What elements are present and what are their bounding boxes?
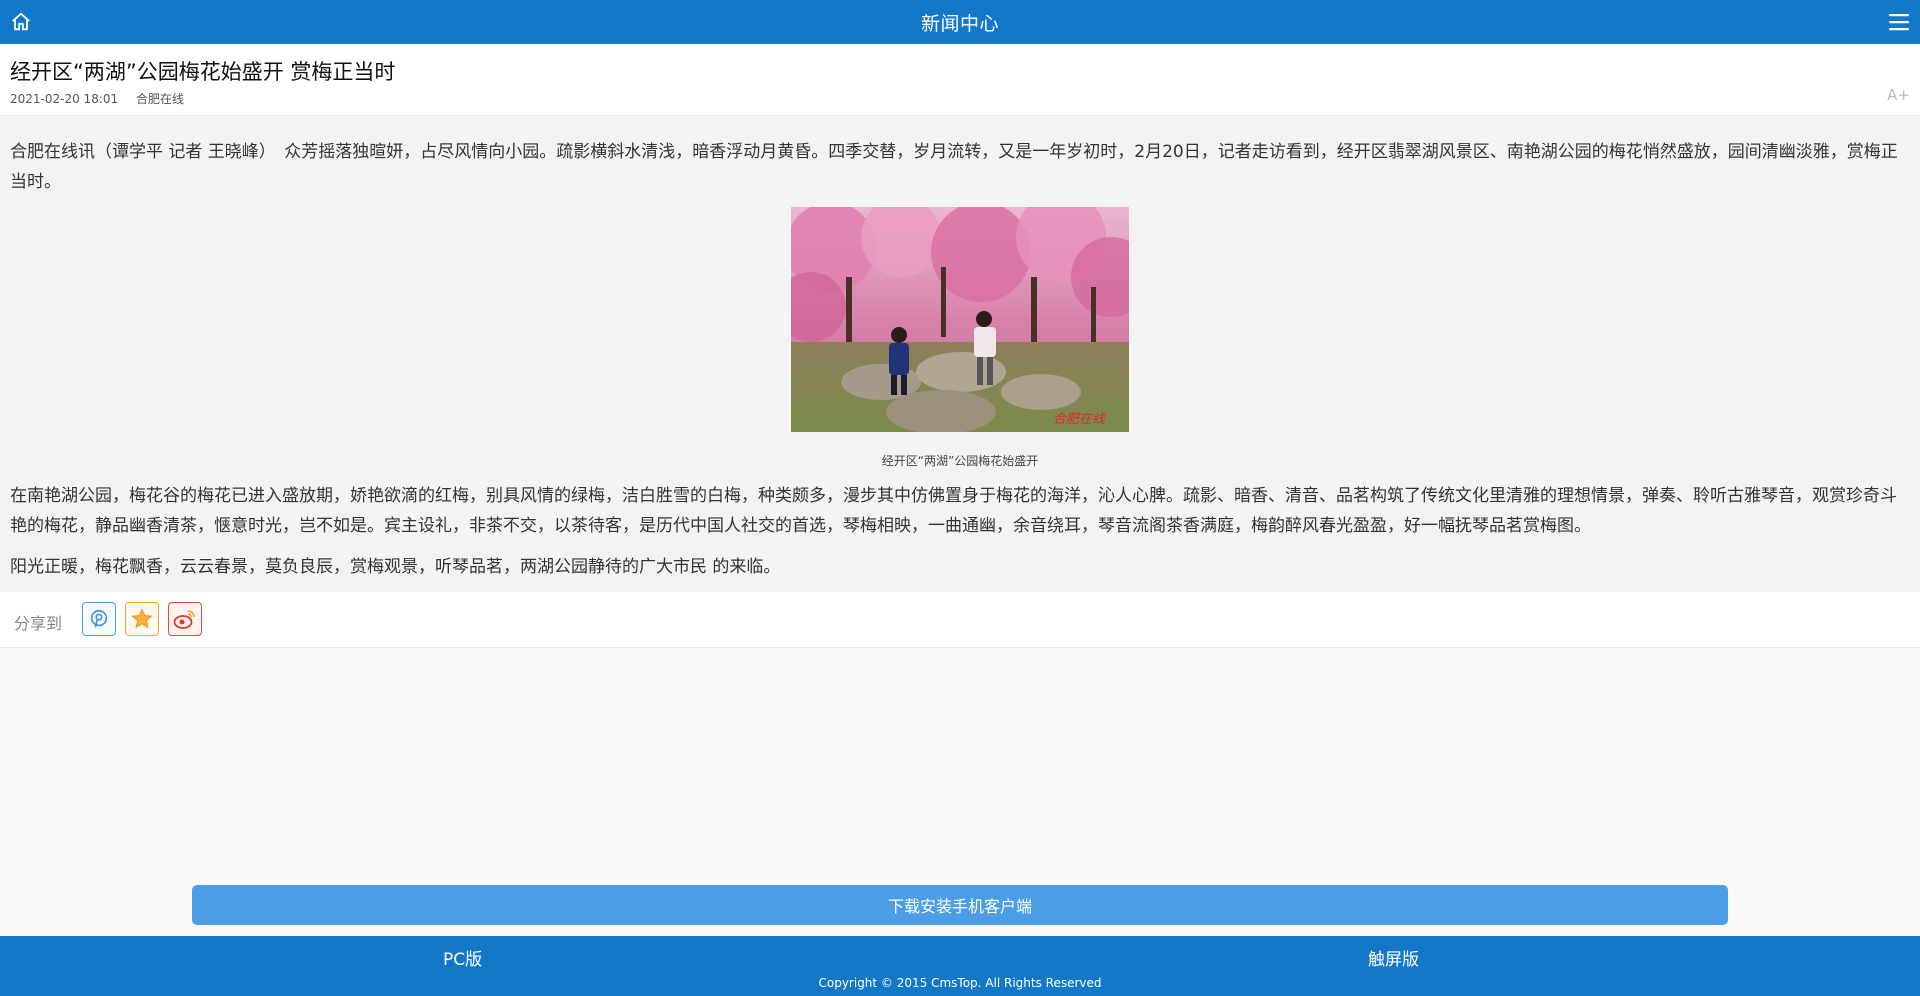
article-meta: 2021-02-20 18:01 合肥在线 — [10, 90, 184, 107]
weibo-icon[interactable] — [168, 602, 202, 636]
qq-icon[interactable] — [82, 602, 116, 636]
favorite-star-icon[interactable] — [125, 602, 159, 636]
font-size-increase-button[interactable]: A+ — [1887, 86, 1910, 104]
copyright-text: Copyright © 2015 CmsTop. All Rights Rese… — [818, 976, 1102, 990]
article-date: 2021-02-20 18:01 — [10, 92, 119, 106]
menu-icon[interactable] — [1886, 9, 1912, 35]
article-paragraph: 阳光正暖，梅花飘香，云云春景，莫负良辰，赏梅观景，听琴品茗，两湖公园静待的广大市… — [10, 557, 781, 577]
touch-version-link[interactable]: 触屏版 — [1368, 945, 1419, 970]
share-label: 分享到 — [14, 614, 63, 633]
article-source: 合肥在线 — [135, 92, 184, 106]
article-body: 合肥在线讯（谭学平 记者 王晓峰） 众芳摇落独暄妍，占尽风情向小园。疏影横斜水清… — [0, 117, 1920, 592]
share-bar: 分享到 — [0, 592, 1920, 648]
article-title: 经开区“两湖”公园梅花始盛开 赏梅正当时 — [10, 60, 396, 84]
top-navigation-bar: 新闻中心 — [0, 0, 1920, 44]
article-image: 合肥在线 — [776, 192, 1151, 434]
download-app-button[interactable]: 下载安装手机客户端 — [192, 885, 1728, 925]
article-header: 经开区“两湖”公园梅花始盛开 赏梅正当时 2021-02-20 18:01 合肥… — [0, 44, 1920, 116]
article-paragraph: 合肥在线讯（谭学平 记者 王晓峰） 众芳摇落独暄妍，占尽风情向小园。疏影横斜水清… — [10, 142, 1898, 192]
footer: PC版 触屏版 Copyright © 2015 CmsTop. All Rig… — [0, 936, 1920, 996]
home-icon[interactable] — [8, 9, 34, 35]
article-paragraph: 在南艳湖公园，梅花谷的梅花已进入盛放期，娇艳欲滴的红梅，别具风情的绿梅，洁白胜雪… — [10, 486, 1897, 536]
pc-version-link[interactable]: PC版 — [443, 945, 482, 970]
image-caption: 经开区“两湖”公园梅花始盛开 — [881, 454, 1039, 468]
page-title: 新闻中心 — [920, 12, 999, 35]
image-watermark: 合肥在线 — [1053, 412, 1106, 427]
